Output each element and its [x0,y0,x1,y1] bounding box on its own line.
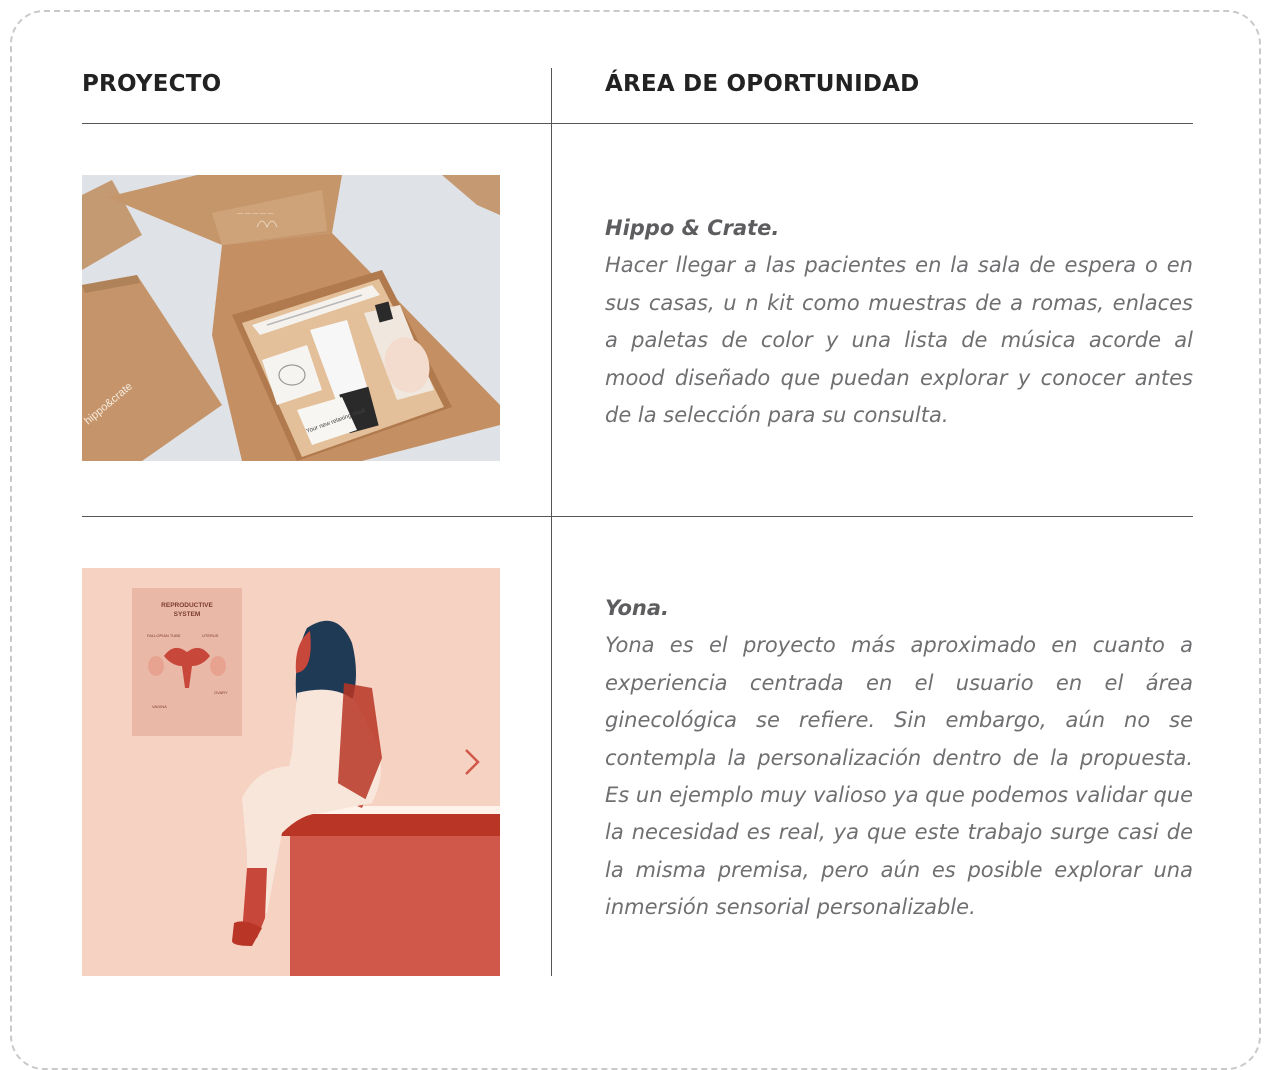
poster-label-tube: FALLOPIAN TUBE [147,633,181,638]
header-divider [82,123,1193,124]
column-divider [551,68,552,976]
poster-label-vagina: VAGINA [152,704,167,709]
yona-image: REPRODUCTIVE SYSTEM FALLOPIAN TUBE UTERU… [82,568,500,976]
column-header-opportunity: ÁREA DE OPORTUNIDAD [605,71,920,97]
project-title: Yona. [605,596,670,620]
poster-label-ovary: OVARY [214,690,228,695]
project-description: Yona es el proyecto más aproximado en cu… [605,633,1193,920]
column-header-project: PROYECTO [82,71,222,97]
project-title: Hippo & Crate. [605,216,780,240]
svg-text:SYSTEM: SYSTEM [174,611,201,618]
svg-text:— — — — —: — — — — — [237,211,274,217]
row-divider [82,516,1193,517]
project-description: Hacer llegar a las pacientes en la sala … [605,253,1193,428]
row-hippo-crate: Hippo & Crate. Hacer llegar a las pacien… [605,210,1193,434]
poster-label-uterus: UTERUS [202,633,219,638]
hippo-crate-image: hippo&crate — — — — — Your new relaxing … [82,175,500,461]
row-yona: Yona. Yona es el proyecto más aproximado… [605,590,1193,927]
poster-title: REPRODUCTIVE [161,602,213,609]
